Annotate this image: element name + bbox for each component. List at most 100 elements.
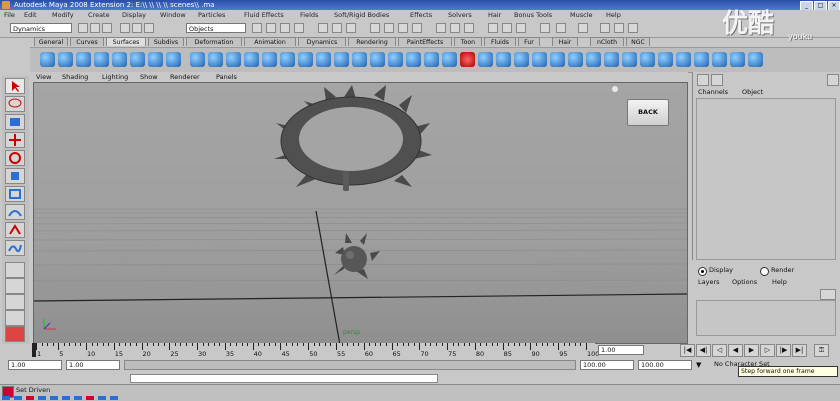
layer-list[interactable] bbox=[696, 300, 836, 336]
selection-mask-dropdown[interactable]: Objects bbox=[186, 23, 246, 33]
nurbs-plane-icon[interactable] bbox=[112, 52, 127, 67]
mask-curves-icon[interactable] bbox=[280, 23, 290, 33]
smooth-tangent-icon[interactable] bbox=[712, 52, 727, 67]
attribute-editor-icon[interactable] bbox=[600, 23, 610, 33]
tab-ncloth[interactable]: nCloth bbox=[590, 37, 624, 46]
menu-create[interactable]: Create bbox=[88, 11, 110, 19]
mel-input[interactable] bbox=[130, 374, 438, 383]
tab-rendering[interactable]: Rendering bbox=[348, 37, 396, 46]
step-back-key-button[interactable]: ◁ bbox=[712, 344, 727, 357]
go-to-end-button[interactable]: ▶| bbox=[792, 344, 807, 357]
menu-bonus-tools[interactable]: Bonus Tools bbox=[514, 11, 552, 19]
spiked-ball[interactable] bbox=[334, 233, 380, 279]
current-time-marker[interactable] bbox=[32, 343, 36, 357]
attribute-mode-icon[interactable] bbox=[711, 74, 723, 86]
ipr-render-icon[interactable] bbox=[502, 23, 512, 33]
tab-hair[interactable]: Hair bbox=[552, 37, 578, 46]
tab-painteffects[interactable]: PaintEffects bbox=[398, 37, 452, 46]
step-back-frame-button[interactable]: ◀| bbox=[696, 344, 711, 357]
help-menu[interactable]: Help bbox=[772, 278, 787, 286]
select-component-icon[interactable] bbox=[144, 23, 154, 33]
spiked-torus[interactable] bbox=[274, 85, 432, 191]
nurbs-circle-icon[interactable] bbox=[148, 52, 163, 67]
open-close-icon[interactable] bbox=[496, 52, 511, 67]
tab-curves[interactable]: Curves bbox=[70, 37, 104, 46]
options-menu[interactable]: Options bbox=[732, 278, 757, 286]
bevel-icon[interactable] bbox=[316, 52, 331, 67]
surface-fillet-icon[interactable] bbox=[622, 52, 637, 67]
scale-tool-icon[interactable] bbox=[5, 168, 25, 184]
snap-view-plane-icon[interactable] bbox=[412, 23, 422, 33]
trim-tool-icon[interactable] bbox=[388, 52, 403, 67]
mini-toolbar-icons[interactable] bbox=[0, 395, 140, 401]
universal-manipulator-icon[interactable] bbox=[5, 186, 25, 202]
stitch-icon[interactable] bbox=[640, 52, 655, 67]
tab-toon[interactable]: Toon bbox=[454, 37, 482, 46]
panel-expand-icon[interactable] bbox=[827, 74, 839, 86]
magnet-icon[interactable] bbox=[578, 23, 588, 33]
nurbs-torus-icon[interactable] bbox=[130, 52, 145, 67]
snap-grid-icon[interactable] bbox=[370, 23, 380, 33]
render-radio[interactable] bbox=[760, 267, 769, 276]
menu-window[interactable]: Window bbox=[160, 11, 186, 19]
tab-subdivs[interactable]: Subdivs bbox=[148, 37, 184, 46]
tab-animation[interactable]: Animation bbox=[244, 37, 296, 46]
channel-box-toggle-icon[interactable] bbox=[628, 23, 638, 33]
hypershade-layout-icon[interactable] bbox=[5, 326, 25, 342]
nurbs-sphere-icon[interactable] bbox=[40, 52, 55, 67]
perspective-viewport[interactable]: BACK persp bbox=[33, 82, 688, 344]
layers-menu[interactable]: Layers bbox=[698, 278, 720, 286]
menu-muscle[interactable]: Muscle bbox=[570, 11, 593, 19]
delete-icon[interactable] bbox=[460, 52, 475, 67]
playback-start-field[interactable]: 1.00 bbox=[66, 360, 120, 370]
select-tool-icon[interactable] bbox=[5, 78, 25, 94]
tab-general[interactable]: General bbox=[34, 37, 68, 46]
project-curve-icon[interactable] bbox=[370, 52, 385, 67]
soft-modification-icon[interactable] bbox=[5, 204, 25, 220]
mask-handles-icon[interactable] bbox=[252, 23, 262, 33]
panel-menu-shading[interactable]: Shading bbox=[62, 73, 88, 81]
menu-soft-rigid-bodies[interactable]: Soft/Rigid Bodies bbox=[334, 11, 389, 19]
offset-surface-icon[interactable] bbox=[550, 52, 565, 67]
untrim-icon[interactable] bbox=[406, 52, 421, 67]
loft-icon[interactable] bbox=[208, 52, 223, 67]
show-manipulator-icon[interactable] bbox=[5, 222, 25, 238]
intersect-icon[interactable] bbox=[352, 52, 367, 67]
play-backwards-button[interactable]: ◀ bbox=[728, 344, 743, 357]
nurbs-cone-icon[interactable] bbox=[94, 52, 109, 67]
rotate-tool-icon[interactable] bbox=[5, 150, 25, 166]
persp-graph-layout-icon[interactable] bbox=[5, 310, 25, 326]
extend-surface-icon[interactable] bbox=[532, 52, 547, 67]
menu-set-dropdown[interactable]: Dynamics bbox=[10, 23, 72, 33]
new-layer-icon[interactable] bbox=[820, 289, 836, 300]
display-radio[interactable] bbox=[698, 267, 707, 276]
menu-effects[interactable]: Effects bbox=[410, 11, 432, 19]
rebuild-surface-icon[interactable] bbox=[568, 52, 583, 67]
extra-tool-icon[interactable] bbox=[748, 52, 763, 67]
history-icon[interactable] bbox=[436, 23, 446, 33]
bevel-plus-icon[interactable] bbox=[334, 52, 349, 67]
range-bar[interactable] bbox=[124, 360, 576, 370]
menu-particles[interactable]: Particles bbox=[198, 11, 225, 19]
dropdown-arrow-icon[interactable]: ▼ bbox=[696, 360, 708, 370]
break-tangent-icon[interactable] bbox=[694, 52, 709, 67]
square-surface-icon[interactable] bbox=[298, 52, 313, 67]
menu-hair[interactable]: Hair bbox=[488, 11, 501, 19]
play-forwards-button[interactable]: ▶ bbox=[744, 344, 759, 357]
tab-fluids[interactable]: Fluids bbox=[484, 37, 516, 46]
camera-icon[interactable] bbox=[556, 23, 566, 33]
step-forward-key-button[interactable]: ▷ bbox=[760, 344, 775, 357]
panel-menu-panels[interactable]: Panels bbox=[216, 73, 237, 81]
panel-menu-show[interactable]: Show bbox=[140, 73, 158, 81]
mask-deformations-icon[interactable] bbox=[318, 23, 328, 33]
four-pane-layout-icon[interactable] bbox=[5, 278, 25, 294]
panel-menu-view[interactable]: View bbox=[36, 73, 51, 81]
new-scene-icon[interactable] bbox=[78, 23, 88, 33]
select-object-icon[interactable] bbox=[132, 23, 142, 33]
output-ops-icon[interactable] bbox=[464, 23, 474, 33]
channel-list[interactable] bbox=[696, 98, 836, 260]
attach-surfaces-icon[interactable] bbox=[424, 52, 439, 67]
select-hierarchy-icon[interactable] bbox=[120, 23, 130, 33]
nurbs-cube-icon[interactable] bbox=[58, 52, 73, 67]
channel-box-mode-icon[interactable] bbox=[697, 74, 709, 86]
